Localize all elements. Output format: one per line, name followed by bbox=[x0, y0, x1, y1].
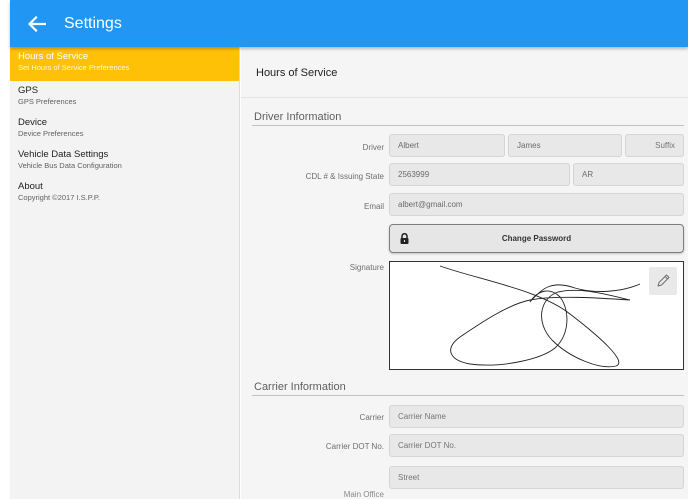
driver-middle-name-input[interactable] bbox=[517, 141, 613, 150]
sidebar-item-title: About bbox=[18, 181, 43, 192]
change-password-button[interactable]: Change Password bbox=[389, 224, 684, 253]
driver-suffix-field[interactable] bbox=[625, 134, 684, 157]
sidebar-item-title: Device bbox=[18, 117, 48, 128]
back-button[interactable] bbox=[14, 0, 60, 47]
email-field[interactable] bbox=[389, 193, 684, 216]
edit-signature-button[interactable] bbox=[649, 267, 677, 295]
lock-icon bbox=[400, 233, 409, 244]
carrier-name-input[interactable] bbox=[398, 412, 675, 421]
sidebar-item-device[interactable]: Device Device Preferences bbox=[10, 113, 239, 145]
driver-middle-name-field[interactable] bbox=[508, 134, 622, 157]
sidebar-item-subtitle: Vehicle Bus Data Configuration bbox=[18, 161, 122, 170]
sidebar-item-subtitle: Device Preferences bbox=[18, 129, 84, 138]
sidebar-item-subtitle: Set Hours of Service Preferences bbox=[18, 63, 130, 72]
sidebar-item-gps[interactable]: GPS GPS Preferences bbox=[10, 81, 239, 113]
sidebar-item-title: Hours of Service bbox=[18, 51, 89, 62]
cdl-state-field[interactable] bbox=[573, 163, 684, 186]
signature-pad[interactable] bbox=[389, 261, 684, 370]
pencil-icon bbox=[657, 274, 670, 287]
cdl-label: CDL # & Issuing State bbox=[305, 172, 384, 181]
main-office-street-input[interactable] bbox=[398, 473, 675, 482]
signature-drawing bbox=[439, 265, 641, 368]
cdl-state-input[interactable] bbox=[582, 170, 675, 179]
sidebar-item-subtitle: GPS Preferences bbox=[18, 97, 77, 106]
settings-sidebar: Hours of Service Set Hours of Service Pr… bbox=[10, 47, 240, 499]
arrow-left-icon bbox=[28, 15, 46, 32]
carrier-label: Carrier bbox=[359, 413, 384, 422]
carrier-dot-input[interactable] bbox=[398, 441, 675, 450]
driver-first-name-input[interactable] bbox=[398, 141, 496, 150]
main-office-label: Main Office bbox=[343, 490, 384, 499]
divider bbox=[252, 125, 684, 126]
app-bar-title: Settings bbox=[64, 14, 122, 32]
signature-label: Signature bbox=[349, 263, 384, 272]
change-password-label: Change Password bbox=[501, 234, 572, 243]
cdl-number-input[interactable] bbox=[398, 170, 561, 179]
settings-screen: Settings Hours of Service Set Hours of S… bbox=[0, 0, 688, 499]
sidebar-item-title: GPS bbox=[18, 85, 39, 96]
sidebar-item-title: Vehicle Data Settings bbox=[18, 149, 109, 160]
divider bbox=[252, 395, 684, 396]
cdl-number-field[interactable] bbox=[389, 163, 570, 186]
driver-first-name-field[interactable] bbox=[389, 134, 505, 157]
driver-label: Driver bbox=[362, 143, 384, 152]
divider bbox=[241, 97, 688, 98]
email-label: Email bbox=[363, 202, 384, 211]
sidebar-item-hours-of-service[interactable]: Hours of Service Set Hours of Service Pr… bbox=[10, 47, 239, 81]
sidebar-item-subtitle: Copyright ©2017 I.S.P.P. bbox=[18, 193, 100, 202]
carrier-name-field[interactable] bbox=[389, 405, 684, 428]
sidebar-item-vehicle-data-settings[interactable]: Vehicle Data Settings Vehicle Bus Data C… bbox=[10, 145, 239, 177]
driver-suffix-input[interactable] bbox=[634, 141, 675, 150]
main-content: Hours of Service Driver Information Driv… bbox=[241, 47, 688, 499]
main-office-street-field[interactable] bbox=[389, 466, 684, 489]
section-title-driver-information: Driver Information bbox=[254, 111, 342, 123]
page-title: Hours of Service bbox=[241, 47, 688, 97]
carrier-dot-label: Carrier DOT No. bbox=[325, 442, 384, 451]
carrier-dot-field[interactable] bbox=[389, 434, 684, 457]
email-input[interactable] bbox=[398, 200, 675, 209]
sidebar-item-about[interactable]: About Copyright ©2017 I.S.P.P. bbox=[10, 177, 239, 209]
section-title-carrier-information: Carrier Information bbox=[254, 381, 346, 393]
app-bar: Settings bbox=[10, 0, 688, 47]
